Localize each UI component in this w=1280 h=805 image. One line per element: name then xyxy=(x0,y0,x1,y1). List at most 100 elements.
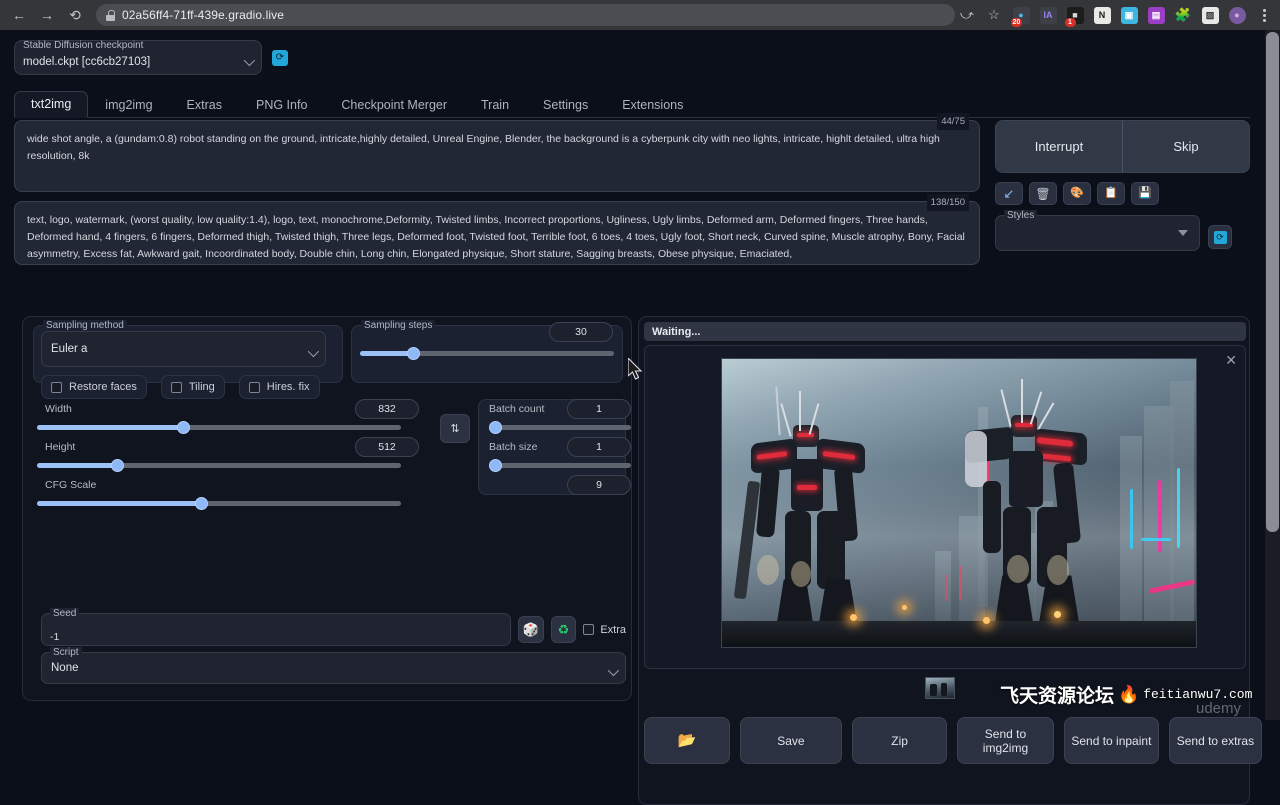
extension-icon-notion[interactable]: N xyxy=(1090,3,1114,27)
styles-dropdown[interactable]: Styles xyxy=(995,215,1200,251)
clear-prompt-trash-icon[interactable]: 🗑 xyxy=(1029,182,1057,205)
skip-button[interactable]: Skip xyxy=(1122,121,1249,172)
tab-settings[interactable]: Settings xyxy=(526,92,605,118)
positive-prompt-input[interactable]: 44/75 wide shot angle, a (gundam:0.8) ro… xyxy=(14,120,980,192)
save-button[interactable]: Save xyxy=(740,717,842,764)
batch-size-label: Batch size xyxy=(489,441,537,453)
checkbox-box xyxy=(51,382,62,393)
puzzle-icon[interactable]: 🧩 xyxy=(1171,3,1195,27)
chevron-down-icon xyxy=(244,54,255,65)
avatar[interactable]: ● xyxy=(1225,3,1249,27)
generation-settings-panel: Sampling method Euler a Sampling steps 3… xyxy=(22,316,632,701)
extra-networks-icon[interactable]: 🎨 xyxy=(1063,182,1091,205)
send-to-inpaint-button[interactable]: Send to inpaint xyxy=(1064,717,1159,764)
checkpoint-select[interactable]: Stable Diffusion checkpoint model.ckpt [… xyxy=(14,40,262,75)
extra-seed-checkbox[interactable]: Extra xyxy=(583,624,626,636)
random-seed-button[interactable]: 🎲 xyxy=(518,616,544,643)
restore-faces-checkbox[interactable]: Restore faces xyxy=(41,375,147,399)
extension-icon-dark-screen[interactable]: ■1 xyxy=(1063,3,1087,27)
lock-icon xyxy=(106,10,115,21)
apply-style-clipboard-icon[interactable]: 📋 xyxy=(1097,182,1125,205)
toggle-options-row: Restore faces Tiling Hires. fix xyxy=(41,375,320,399)
scrollbar-thumb[interactable] xyxy=(1266,32,1279,532)
cfg-scale-slider[interactable] xyxy=(37,501,401,506)
checkpoint-value: model.ckpt [cc6cb27103] xyxy=(23,56,150,68)
browser-toolbar-right: ⤻ ☆ ●20 IA ■1 N ▣ ▤ 🧩 ▨ ● xyxy=(955,3,1280,27)
close-icon[interactable]: ✕ xyxy=(1225,352,1237,369)
swap-dimensions-icon: ⇅ xyxy=(450,422,459,435)
kebab-menu-icon[interactable] xyxy=(1252,3,1276,27)
seed-input[interactable]: Seed -1 xyxy=(41,613,511,646)
back-arrow-icon[interactable]: ← xyxy=(6,2,32,28)
extension-icon-image[interactable]: ▣ xyxy=(1117,3,1141,27)
dice-icon: 🎲 xyxy=(523,622,539,638)
swap-dimensions-button[interactable]: ⇅ xyxy=(440,414,470,443)
height-value[interactable]: 512 xyxy=(355,437,419,457)
refresh-styles-button[interactable]: ⟳ xyxy=(1208,225,1232,249)
generate-controls: Interrupt Skip ↙ 🗑 🎨 📋 💾 Styles ⟳ xyxy=(995,120,1250,251)
batch-count-slider[interactable] xyxy=(491,425,631,430)
reuse-seed-button[interactable]: ♻ xyxy=(551,616,577,643)
extension-icon-1[interactable]: ●20 xyxy=(1009,3,1033,27)
sampling-steps-slider[interactable] xyxy=(360,351,614,356)
share-icon[interactable]: ⤻ xyxy=(955,3,979,27)
result-action-buttons: 📂 Save Zip Send to img2img Send to inpai… xyxy=(644,717,1262,764)
image-thumbnail[interactable] xyxy=(925,677,955,699)
zip-button[interactable]: Zip xyxy=(852,717,947,764)
star-icon[interactable]: ☆ xyxy=(982,3,1006,27)
script-select[interactable]: Script None xyxy=(41,652,626,684)
page-scrollbar[interactable]: ▲ xyxy=(1265,30,1280,720)
styles-row: Styles ⟳ xyxy=(995,215,1250,251)
recycle-icon: ♻ xyxy=(558,622,570,638)
refresh-icon: ⟳ xyxy=(276,52,284,63)
extension-icon-purple-doc[interactable]: ▤ xyxy=(1144,3,1168,27)
save-style-icon[interactable]: 💾 xyxy=(1131,182,1159,205)
tab-checkpoint-merger[interactable]: Checkpoint Merger xyxy=(324,92,464,118)
tiling-checkbox[interactable]: Tiling xyxy=(161,375,225,399)
forward-arrow-icon[interactable]: → xyxy=(34,2,60,28)
send-to-img2img-button[interactable]: Send to img2img xyxy=(957,717,1054,764)
tab-png-info[interactable]: PNG Info xyxy=(239,92,324,118)
dimensions-group: Width 832 Height 512 CFG Scale xyxy=(37,403,419,517)
height-slider[interactable] xyxy=(37,463,401,468)
folder-icon: 📂 xyxy=(678,734,697,748)
width-value[interactable]: 832 xyxy=(355,399,419,419)
batch-size-value[interactable]: 1 xyxy=(567,437,631,457)
tab-extras[interactable]: Extras xyxy=(170,92,239,118)
positive-token-counter: 44/75 xyxy=(937,113,969,130)
generated-image[interactable] xyxy=(721,358,1197,648)
extension-icon-ia[interactable]: IA xyxy=(1036,3,1060,27)
tab-img2img[interactable]: img2img xyxy=(88,92,169,118)
hires-fix-checkbox[interactable]: Hires. fix xyxy=(239,375,320,399)
sampling-steps-group: Sampling steps 30 xyxy=(351,325,623,383)
tab-extensions[interactable]: Extensions xyxy=(605,92,700,118)
batch-count-row: Batch count 1 xyxy=(483,403,633,441)
negative-prompt-input[interactable]: 138/150 text, logo, watermark, (worst qu… xyxy=(14,201,980,265)
open-folder-button[interactable]: 📂 xyxy=(644,717,730,764)
tab-train[interactable]: Train xyxy=(464,92,526,118)
tab-txt2img[interactable]: txt2img xyxy=(14,91,88,118)
batch-size-slider[interactable] xyxy=(491,463,631,468)
checkbox-box xyxy=(583,624,594,635)
sampling-steps-value[interactable]: 30 xyxy=(549,322,613,342)
width-slider[interactable] xyxy=(37,425,401,430)
batch-count-value[interactable]: 1 xyxy=(567,399,631,419)
address-bar[interactable]: 02a56ff4-71ff-439e.gradio.live xyxy=(96,4,955,26)
negative-token-counter: 138/150 xyxy=(927,194,969,211)
height-slider-row: Height 512 xyxy=(37,441,419,479)
sampling-steps-label: Sampling steps xyxy=(361,320,435,331)
width-slider-row: Width 832 xyxy=(37,403,419,441)
send-to-extras-button[interactable]: Send to extras xyxy=(1169,717,1262,764)
refresh-checkpoints-button[interactable]: ⟳ xyxy=(272,50,288,66)
extension-icon-white-square[interactable]: ▨ xyxy=(1198,3,1222,27)
url-text: 02a56ff4-71ff-439e.gradio.live xyxy=(122,8,284,22)
reload-icon[interactable]: ⟲ xyxy=(62,2,88,28)
mouse-cursor xyxy=(628,358,644,382)
sampling-method-label: Sampling method xyxy=(43,320,127,331)
restore-prompt-icon[interactable]: ↙ xyxy=(995,182,1023,205)
interrupt-button[interactable]: Interrupt xyxy=(996,121,1122,172)
cfg-scale-value[interactable]: 9 xyxy=(567,475,631,495)
mecha-left xyxy=(741,383,881,635)
refresh-icon: ⟳ xyxy=(1214,231,1227,244)
sampling-method-select[interactable]: Euler a xyxy=(41,331,326,367)
